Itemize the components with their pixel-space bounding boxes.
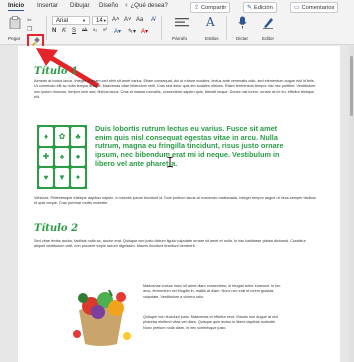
editor-label: Editor bbox=[262, 36, 275, 41]
paragraph-label: Párrafo bbox=[172, 36, 188, 41]
chevron-down-icon: ▼ bbox=[102, 18, 107, 23]
grow-font-button[interactable]: A˄ bbox=[112, 17, 120, 23]
vegetables-illustration: ♦ ✿ ♣ ✚ ♠ ● ♥ ▼ ✦ bbox=[37, 125, 87, 189]
underline-button[interactable]: S bbox=[72, 28, 76, 34]
ribbon-tabs: Inicio Insertar Dibujar Diseño ♀ ¿Qué de… bbox=[0, 0, 354, 13]
vegetable-icon: ♣ bbox=[71, 127, 85, 146]
font-size-select[interactable]: 14 ▼ bbox=[92, 16, 108, 25]
body-paragraph-3: Sed vitae lectus auctor, facilisis nulla… bbox=[34, 239, 306, 249]
vegetable-icon: ♦ bbox=[39, 127, 53, 146]
paste-button[interactable] bbox=[9, 16, 23, 30]
clipboard-icon bbox=[9, 16, 21, 30]
body-paragraph-5: Quisque non tincidunt justo. Maecenas et… bbox=[143, 315, 279, 330]
clear-format-icon[interactable]: A̸ bbox=[151, 17, 155, 23]
tab-design[interactable]: Diseño bbox=[99, 2, 118, 9]
callout-text: Duis lobortis rutrum lectus eu varius. F… bbox=[95, 124, 284, 168]
tab-draw[interactable]: Dibujar bbox=[70, 2, 90, 9]
ribbon: Inicio Insertar Dibujar Diseño ♀ ¿Qué de… bbox=[0, 0, 354, 50]
tell-me-search[interactable]: ♀ ¿Qué desea? bbox=[124, 2, 168, 9]
edit-label: Edición bbox=[253, 4, 273, 11]
paragraph-button[interactable] bbox=[175, 17, 189, 31]
dictate-button[interactable] bbox=[238, 16, 247, 31]
vertical-scrollbar[interactable] bbox=[349, 46, 354, 362]
divider bbox=[161, 16, 162, 40]
comment-icon: ▭ bbox=[294, 4, 300, 11]
divider bbox=[226, 16, 227, 40]
italic-button[interactable]: K bbox=[62, 28, 66, 34]
edit-mode-button[interactable]: ✎ Edición bbox=[243, 2, 277, 13]
microphone-icon bbox=[238, 16, 247, 29]
vegetable-icon: ✚ bbox=[39, 147, 53, 167]
share-button[interactable]: ⇪ Compartir bbox=[190, 2, 231, 13]
vegetable-icon: ✦ bbox=[71, 168, 85, 187]
heading-2: Título 2 bbox=[34, 223, 79, 234]
editor-button[interactable] bbox=[262, 16, 274, 31]
vegetable-icon: ♠ bbox=[55, 147, 69, 167]
font-size-value: 14 bbox=[96, 17, 103, 24]
paste-label: Pegar bbox=[8, 36, 21, 41]
vegetable-icon: ▼ bbox=[55, 168, 69, 187]
tell-me-label: ¿Qué desea? bbox=[130, 2, 168, 9]
font-color-icon[interactable]: A▾ bbox=[141, 28, 148, 35]
styles-label: Estilos bbox=[205, 36, 219, 41]
body-paragraph-1: Aenean at luctus lacus. Integer aliquam … bbox=[34, 79, 316, 99]
bold-button[interactable]: N bbox=[52, 28, 56, 34]
comments-button[interactable]: ▭ Comentarios bbox=[290, 2, 339, 13]
scrollbar-thumb[interactable] bbox=[350, 56, 353, 116]
shrink-font-button[interactable]: A˅ bbox=[124, 17, 132, 23]
editor-pen-icon bbox=[263, 18, 273, 29]
body-paragraph-4: Maecenas cursus nunc sit amet diam conse… bbox=[143, 284, 281, 299]
dictate-label: Dictar bbox=[236, 36, 248, 41]
share-label: Compartir bbox=[200, 4, 227, 11]
font-name-value: Arial bbox=[56, 17, 69, 24]
comments-label: Comentarios bbox=[301, 4, 335, 11]
text-cursor-icon bbox=[166, 156, 174, 168]
vegetable-icon: ● bbox=[71, 147, 85, 167]
highlight-icon[interactable]: ✎▾ bbox=[128, 28, 136, 35]
styles-icon: A bbox=[206, 15, 215, 29]
heading-1: Título 1 bbox=[34, 66, 79, 77]
paragraph-icon bbox=[175, 18, 189, 27]
divider bbox=[46, 16, 47, 40]
cut-icon[interactable]: ✂ bbox=[27, 17, 32, 24]
copy-icon[interactable]: ❐ bbox=[27, 26, 32, 33]
tab-insert[interactable]: Insertar bbox=[37, 2, 58, 9]
share-icon: ⇪ bbox=[194, 4, 199, 11]
change-case-button[interactable]: Aa bbox=[136, 17, 143, 23]
vegetable-icon: ♥ bbox=[39, 168, 53, 187]
text-effects-icon[interactable]: A▾ bbox=[114, 28, 121, 35]
vegetables-photo bbox=[65, 284, 137, 350]
superscript-button[interactable]: x² bbox=[103, 28, 107, 33]
lightbulb-icon: ♀ bbox=[124, 2, 129, 9]
subscript-button[interactable]: x₂ bbox=[93, 28, 97, 33]
vegetable-icon: ✿ bbox=[55, 127, 69, 146]
strikethrough-button[interactable]: ab bbox=[82, 28, 87, 33]
styles-button[interactable]: A bbox=[206, 15, 215, 29]
body-paragraph-2: Vehicula. Pellentesque tristique dapibus… bbox=[34, 196, 316, 206]
tab-home[interactable]: Inicio bbox=[8, 2, 25, 11]
chevron-down-icon: ▼ bbox=[82, 18, 86, 23]
pencil-icon: ✎ bbox=[247, 4, 252, 11]
font-name-select[interactable]: Arial ▼ bbox=[52, 16, 90, 25]
